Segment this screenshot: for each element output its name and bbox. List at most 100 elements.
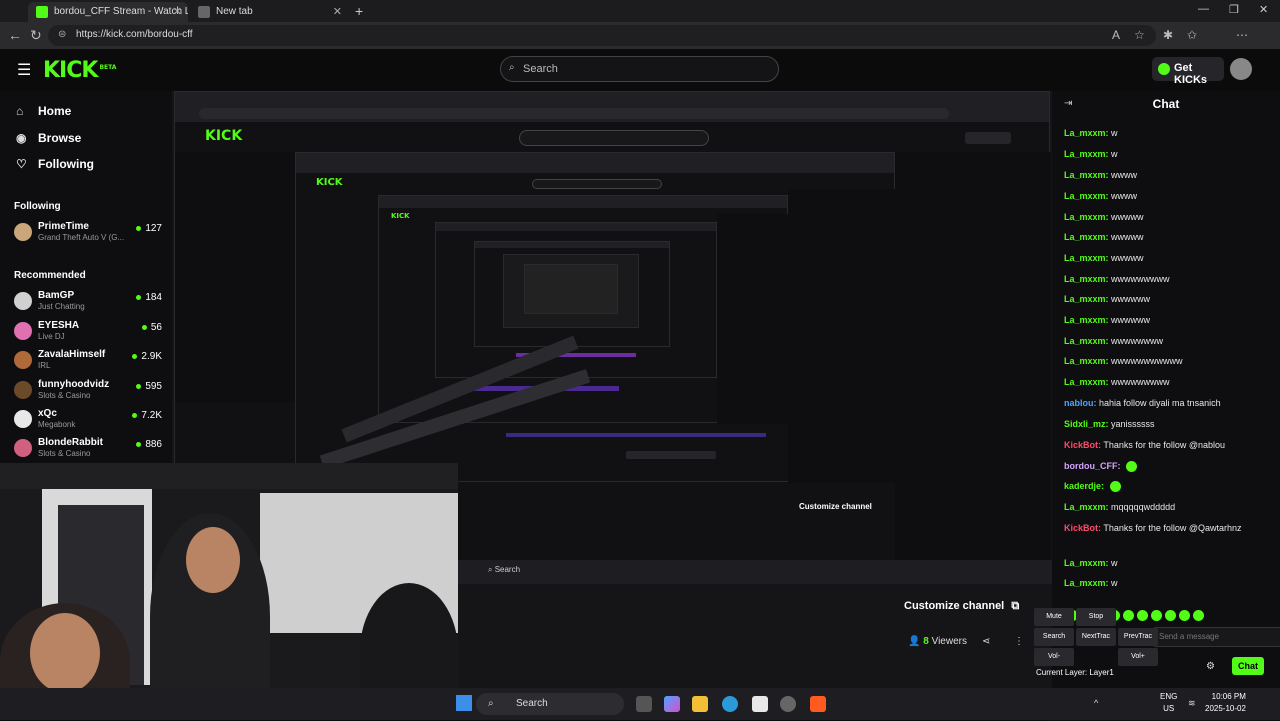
more-menu-icon[interactable]: ⋯ (1236, 28, 1248, 42)
sidebar-item-home[interactable]: ⌂ Home (16, 104, 71, 118)
chat-username[interactable]: La_mxxm: (1064, 274, 1109, 284)
edge-browser-icon[interactable] (722, 696, 738, 712)
user-avatar[interactable] (1230, 58, 1252, 80)
wifi-icon[interactable]: ≋ (1188, 698, 1196, 709)
more-options-icon[interactable]: ⋮ (1014, 636, 1024, 647)
channel-category: Slots & Casino (38, 391, 91, 400)
tab-new[interactable]: New tab ✕ (190, 2, 348, 22)
input-language[interactable]: ENG US (1160, 691, 1177, 715)
chat-username[interactable]: La_mxxm: (1064, 232, 1109, 242)
windows-start-icon[interactable] (456, 695, 472, 711)
logo-text: KICK (43, 58, 98, 83)
avatar (14, 410, 32, 428)
emote-icon[interactable] (1151, 610, 1162, 622)
chat-settings-gear-icon[interactable]: ⚙ (1206, 661, 1215, 672)
taskbar-search[interactable]: ⌕ Search (476, 693, 624, 715)
next-track-control[interactable]: NextTrac (1076, 628, 1116, 646)
chat-username[interactable]: KickBot: (1064, 523, 1101, 533)
close-tab-icon[interactable]: ✕ (173, 5, 182, 18)
new-tab-button[interactable]: + (355, 3, 363, 19)
mute-control[interactable]: Mute (1034, 608, 1074, 626)
sidebar-item-browse[interactable]: ◉ Browse (16, 131, 81, 145)
chat-username[interactable]: La_mxxm: (1064, 170, 1109, 180)
tray-overflow-icon[interactable]: ^ (1094, 698, 1098, 708)
calculator-app-icon[interactable] (752, 696, 768, 712)
chat-username[interactable]: KickBot: (1064, 440, 1101, 450)
sidebar-item-following[interactable]: ♡ Following (16, 157, 94, 171)
chat-input[interactable]: Send a message ☺ (1152, 627, 1280, 647)
emote-icon[interactable] (1179, 610, 1190, 622)
chat-username[interactable]: La_mxxm: (1064, 502, 1109, 512)
channel-item[interactable]: BamGP Just Chatting 184 (14, 290, 164, 318)
emote-icon[interactable] (1137, 610, 1148, 622)
reload-icon[interactable]: ↻ (30, 27, 42, 44)
chat-username[interactable]: La_mxxm: (1064, 336, 1109, 346)
emote-icon[interactable] (1165, 610, 1176, 622)
channel-item[interactable]: EYESHA Live DJ 56 (14, 320, 164, 348)
chat-text: w (1111, 149, 1118, 159)
new-tab-favicon-icon (198, 6, 210, 18)
system-clock[interactable]: 10:06 PM 2025-10-02 (1205, 691, 1246, 715)
chat-username[interactable]: La_mxxm: (1064, 191, 1109, 201)
chat-username[interactable]: nablou: (1064, 398, 1097, 408)
volume-up-control[interactable]: Vol+ (1118, 648, 1158, 666)
channel-item[interactable]: funnyhoodvidz Slots & Casino 595 (14, 379, 164, 407)
task-view-icon[interactable] (636, 696, 652, 712)
emote-icon[interactable] (1193, 610, 1204, 622)
tab-stream[interactable]: bordou_CFF Stream - Watch Live ✕ (28, 2, 188, 22)
emote-icon[interactable] (1123, 610, 1134, 622)
favorites-icon[interactable]: ✩ (1187, 28, 1197, 42)
chat-username[interactable]: La_mxxm: (1064, 294, 1109, 304)
extensions-icon[interactable]: ✱ (1163, 28, 1173, 42)
brave-browser-icon[interactable] (810, 696, 826, 712)
chat-username[interactable]: La_mxxm: (1064, 149, 1109, 159)
volume-down-control[interactable]: Vol- (1034, 648, 1074, 666)
channel-item[interactable]: ZavalaHimself IRL 2.9K (14, 349, 164, 377)
channel-item[interactable]: xQc Megabonk 7.2K (14, 408, 164, 436)
chat-username[interactable]: La_mxxm: (1064, 253, 1109, 263)
chat-username[interactable]: La_mxxm: (1064, 212, 1109, 222)
chat-username[interactable]: La_mxxm: (1064, 377, 1109, 387)
close-window-icon[interactable]: ✕ (1259, 3, 1268, 16)
get-kicks-button[interactable]: Get KICKs (1152, 57, 1224, 86)
search-input[interactable]: ⌕ Search (500, 56, 779, 82)
captured-browser-window-4 (435, 222, 717, 378)
prev-track-control[interactable]: PrevTrac (1118, 628, 1158, 646)
chat-username[interactable]: La_mxxm: (1064, 558, 1109, 568)
url-field[interactable]: ⊜ https://kick.com/bordou-cff (48, 25, 1156, 46)
settings-app-icon[interactable] (780, 696, 796, 712)
channel-item[interactable]: BlondeRabbit Slots & Casino 886 (14, 437, 164, 465)
copilot-app-icon[interactable] (664, 696, 680, 712)
search-control[interactable]: Search (1034, 628, 1074, 646)
favorite-star-icon[interactable]: ☆ (1134, 28, 1145, 42)
chat-message: La_mxxm: wwwwwwww (1064, 335, 1274, 347)
avatar (14, 322, 32, 340)
logo-beta-badge: BETA (99, 63, 117, 71)
channel-item[interactable]: PrimeTime Grand Theft Auto V (G... 127 (14, 221, 164, 249)
minimize-icon[interactable]: — (1198, 3, 1209, 15)
chat-username[interactable]: bordou_CFF: (1064, 461, 1121, 471)
chat-text: wwww (1111, 191, 1138, 201)
chat-username[interactable]: La_mxxm: (1064, 578, 1109, 588)
close-tab-icon[interactable]: ✕ (333, 5, 342, 18)
customize-channel-button[interactable]: Customize channel ⧉ (904, 600, 1030, 620)
chat-text: wwwwwwww (1111, 336, 1164, 346)
maximize-icon[interactable]: ❐ (1229, 3, 1239, 16)
back-icon[interactable]: ← (8, 27, 22, 43)
chat-username[interactable]: La_mxxm: (1064, 356, 1109, 366)
chat-username[interactable]: kaderdje: (1064, 481, 1104, 491)
chat-text: wwwwwwwww (1111, 274, 1170, 284)
hamburger-menu-icon[interactable]: ☰ (17, 60, 31, 80)
send-chat-button[interactable]: Chat (1232, 657, 1264, 675)
share-icon[interactable]: ⋖ (982, 636, 990, 647)
chat-text: hahia follow diyali ma tnsanich (1099, 398, 1221, 408)
read-aloud-icon[interactable]: A (1112, 28, 1120, 42)
site-info-icon[interactable]: ⊜ (58, 29, 66, 40)
chat-username[interactable]: Sidxli_mz: (1064, 419, 1109, 429)
chat-message: La_mxxm: w (1064, 148, 1274, 160)
chat-username[interactable]: La_mxxm: (1064, 128, 1109, 138)
chat-username[interactable]: La_mxxm: (1064, 315, 1109, 325)
stop-control[interactable]: Stop (1076, 608, 1116, 626)
file-explorer-icon[interactable] (692, 696, 708, 712)
kick-logo[interactable]: KICK BETA (43, 58, 116, 83)
